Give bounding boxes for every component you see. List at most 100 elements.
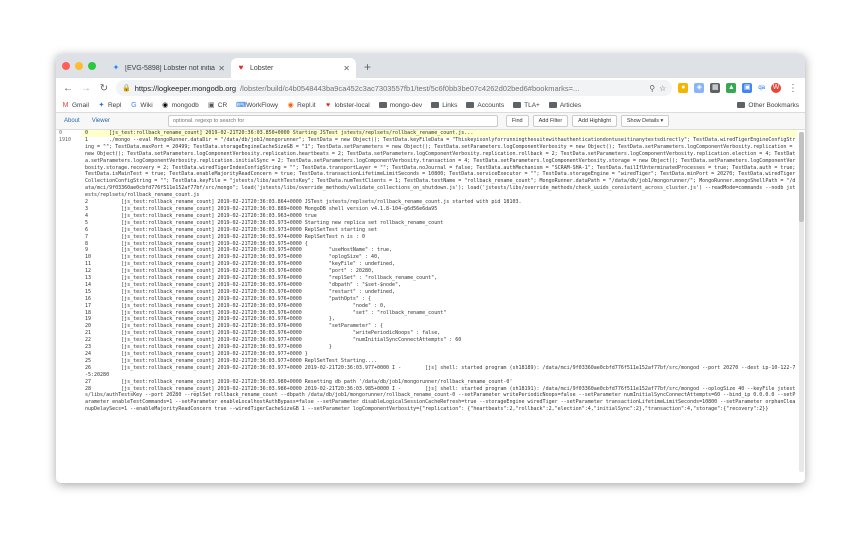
scrollbar-thumb[interactable] xyxy=(799,132,804,222)
bookmark-mongodb[interactable]: ◉ mongodb xyxy=(162,102,199,109)
bookmark-other[interactable]: Other Bookmarks xyxy=(737,102,799,109)
add-filter-button[interactable]: Add Filter xyxy=(532,115,569,127)
extension-icon[interactable]: ▣ xyxy=(742,83,753,93)
address-bar[interactable]: 🔒 https://logkeeper.mongodb.org/lobster/… xyxy=(116,80,673,96)
zoom-icon[interactable]: ⚲ xyxy=(649,84,655,93)
bookmark-wiki[interactable]: G Wiki xyxy=(130,101,153,109)
workflowy-icon: ⌨ xyxy=(236,101,247,109)
log-line[interactable]: 4 [js_test:rollback_rename_count] 2019-0… xyxy=(82,213,797,220)
log-line[interactable]: 25 [js_test:rollback_rename_count] 2019-… xyxy=(82,358,797,365)
bookmark-cr[interactable]: ▣ CR xyxy=(208,102,227,109)
minimize-window-icon[interactable] xyxy=(75,62,83,70)
search-input[interactable] xyxy=(167,115,498,127)
find-button[interactable]: Find xyxy=(505,115,529,127)
bookmark-label: Articles xyxy=(559,101,582,109)
folder-icon xyxy=(737,102,746,108)
log-line[interactable]: 13 [js_test:rollback_rename_count] 2019-… xyxy=(82,275,797,282)
log-line[interactable]: 6 [js_test:rollback_rename_count] 2019-0… xyxy=(82,227,797,234)
log-line[interactable]: 23 [js_test:rollback_rename_count] 2019-… xyxy=(82,344,797,351)
lobster-icon: ♥ xyxy=(326,101,331,109)
avatar[interactable]: W xyxy=(771,83,781,93)
log-line[interactable]: 21 [js_test:rollback_rename_count] 2019-… xyxy=(82,330,797,337)
bookmark-label: Gmail xyxy=(72,101,89,109)
replit-icon: ◉ xyxy=(287,101,294,109)
log-line[interactable]: 17 [js_test:rollback_rename_count] 2019-… xyxy=(82,303,797,310)
log-line[interactable]: 28 [js_test:rollback_rename_count] 2019-… xyxy=(82,386,797,414)
log-line[interactable]: 2 [js_test:rollback_rename_count] 2019-0… xyxy=(82,199,797,206)
log-gutter: 0 1910 xyxy=(56,130,82,144)
gmail-icon: M xyxy=(62,101,69,109)
lobster-icon: ♥ xyxy=(238,63,244,72)
log-line[interactable]: 18 [js_test:rollback_rename_count] 2019-… xyxy=(82,310,797,317)
log-line[interactable]: 7 [js_test:rollback_rename_count] 2019-0… xyxy=(82,234,797,241)
viewer-link[interactable]: Viewer xyxy=(88,118,114,124)
show-details-button[interactable]: Show Details ▾ xyxy=(620,115,670,127)
extension-icon[interactable]: ▦ xyxy=(710,83,721,93)
folder-icon xyxy=(513,102,522,108)
bookmark-mongo-dev[interactable]: mongo-dev xyxy=(378,102,422,109)
log-line[interactable]: 20 [js_test:rollback_rename_count] 2019-… xyxy=(82,323,797,330)
extension-icon[interactable]: ◈ xyxy=(694,83,705,93)
bookmark-tla[interactable]: TLA+ xyxy=(513,102,540,109)
gutter-line-number: 0 xyxy=(59,130,63,136)
log-line[interactable]: 16 [js_test:rollback_rename_count] 2019-… xyxy=(82,296,797,303)
add-highlight-button[interactable]: Add Highlight xyxy=(572,115,617,127)
lock-icon[interactable]: 🔒 xyxy=(122,84,131,92)
menu-icon[interactable]: ⋮ xyxy=(787,83,799,94)
log-line[interactable]: 19 [js_test:rollback_rename_count] 2019-… xyxy=(82,316,797,323)
repl-icon: ✦ xyxy=(98,101,105,109)
log-line[interactable]: 26 [js_test:rollback_rename_count] 2019-… xyxy=(82,365,797,379)
log-line[interactable]: 15 [js_test:rollback_rename_count] 2019-… xyxy=(82,289,797,296)
url-host: https://logkeeper.mongodb.org xyxy=(134,83,237,93)
log-line[interactable]: 27 [js_test:rollback_rename_count] 2019-… xyxy=(82,379,797,386)
log-viewer[interactable]: 0 1910 0 [js_test:rollback_rename_count]… xyxy=(56,130,805,483)
back-icon[interactable]: ← xyxy=(62,83,74,94)
tab-title: [EVG-5898] Lobster not initial xyxy=(125,64,216,72)
bookmark-workflowy[interactable]: ⌨ WorkFlowy xyxy=(236,102,278,109)
bookmark-label: mongodb xyxy=(171,101,199,109)
log-line[interactable]: 1 ./mongo --eval MongoRunner.dataDir = "… xyxy=(82,137,797,199)
close-window-icon[interactable] xyxy=(62,62,70,70)
extension-icon[interactable]: ● xyxy=(678,83,689,93)
log-line[interactable]: 3 [js_test:rollback_rename_count] 2019-0… xyxy=(82,206,797,213)
bookmark-repl[interactable]: ✦ Repl xyxy=(98,101,122,109)
bookmark-label: lobster-local xyxy=(334,101,370,109)
log-line[interactable]: 24 [js_test:rollback_rename_count] 2019-… xyxy=(82,351,797,358)
close-tab-icon[interactable]: ✕ xyxy=(218,64,225,73)
google-icon: G xyxy=(131,101,137,109)
log-line[interactable]: 12 [js_test:rollback_rename_count] 2019-… xyxy=(82,268,797,275)
star-icon[interactable]: ☆ xyxy=(659,84,666,93)
bookmark-replit[interactable]: ◉ Repl.it xyxy=(287,101,316,109)
url-path: /lobster/build/c4b0548443ba9ca452c3ac730… xyxy=(240,83,580,93)
cr-icon: ▣ xyxy=(207,101,215,109)
folder-icon xyxy=(548,102,557,108)
log-line[interactable]: 0 [js_test:rollback_rename_count] 2019-0… xyxy=(82,130,797,137)
bookmark-links[interactable]: Links xyxy=(431,102,457,109)
log-line[interactable]: 8 [js_test:rollback_rename_count] 2019-0… xyxy=(82,241,797,248)
bookmark-gmail[interactable]: M Gmail xyxy=(62,102,89,109)
new-tab-button[interactable]: + xyxy=(356,58,379,78)
bookmarks-bar: M Gmail ✦ Repl G Wiki ◉ mongodb ▣ CR ⌨ WorkFlo… xyxy=(56,98,805,113)
folder-icon xyxy=(431,102,440,108)
lobster-toolbar: About Viewer Find Add Filter Add Highlig… xyxy=(56,113,805,130)
maximize-window-icon[interactable] xyxy=(88,62,96,70)
tab-lobster[interactable]: ♥ Lobster ✕ xyxy=(231,58,356,78)
bookmark-articles[interactable]: Articles xyxy=(548,101,582,109)
reload-icon[interactable]: ↻ xyxy=(98,83,110,94)
log-line[interactable]: 11 [js_test:rollback_rename_count] 2019-… xyxy=(82,261,797,268)
bookmark-lobster-local[interactable]: ♥ lobster-local xyxy=(325,102,370,109)
log-line[interactable]: 22 [js_test:rollback_rename_count] 2019-… xyxy=(82,337,797,344)
log-line[interactable]: 9 [js_test:rollback_rename_count] 2019-0… xyxy=(82,247,797,254)
qa-extension[interactable]: qa xyxy=(758,85,765,91)
log-line[interactable]: 5 [js_test:rollback_rename_count] 2019-0… xyxy=(82,220,797,227)
close-tab-icon[interactable]: ✕ xyxy=(343,64,350,73)
tab-jira[interactable]: ✦ [EVG-5898] Lobster not initial ✕ xyxy=(106,58,231,78)
log-line[interactable]: 10 [js_test:rollback_rename_count] 2019-… xyxy=(82,254,797,261)
bookmark-accounts[interactable]: Accounts xyxy=(466,102,504,109)
window-controls xyxy=(62,54,96,78)
forward-icon[interactable]: → xyxy=(80,83,92,94)
about-link[interactable]: About xyxy=(60,118,84,124)
extension-icon[interactable]: ▲ xyxy=(726,83,737,93)
bookmark-label: CR xyxy=(217,101,228,109)
log-line[interactable]: 14 [js_test:rollback_rename_count] 2019-… xyxy=(82,282,797,289)
